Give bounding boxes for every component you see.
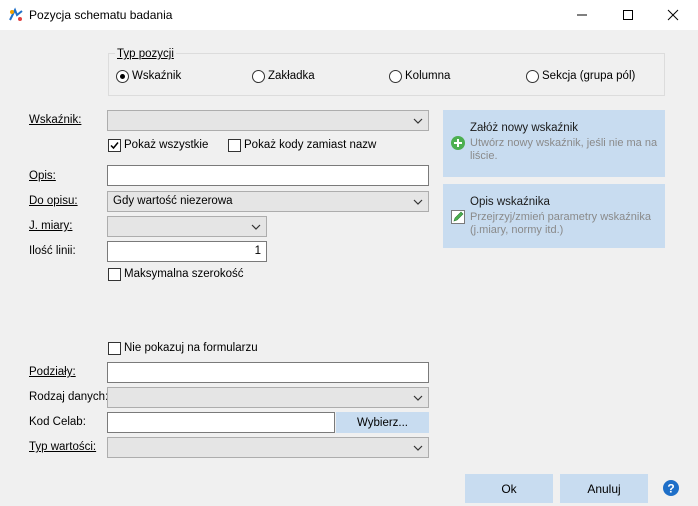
wskaznik-combo[interactable] [107, 110, 429, 131]
maximize-button[interactable] [605, 0, 651, 30]
show-all-checkbox[interactable] [108, 139, 121, 152]
show-all-label: Pokaż wszystkie [124, 139, 209, 151]
ilosc-linii-value: 1 [254, 245, 261, 257]
opis-input[interactable] [107, 165, 429, 186]
show-codes-checkbox[interactable] [228, 139, 241, 152]
max-width-checkbox[interactable] [108, 268, 121, 281]
close-button[interactable] [650, 0, 696, 30]
new-indicator-title: Załóż nowy wskaźnik [470, 122, 579, 134]
j-miary-combo[interactable] [107, 216, 267, 237]
ilosc-linii-input[interactable]: 1 [107, 241, 267, 262]
wybierz-button[interactable]: Wybierz... [336, 412, 429, 433]
wybierz-button-label: Wybierz... [356, 416, 408, 429]
chevron-down-icon [413, 118, 423, 124]
indicator-desc-panel[interactable]: Opis wskaźnika Przejrzyj/zmień parametry… [443, 184, 665, 248]
indicator-desc-description: Przejrzyj/zmień parametry wskaźnika (j.m… [470, 211, 651, 236]
rodzaj-danych-label: Rodzaj danych: [29, 391, 109, 403]
j-miary-label: J. miary: [29, 220, 73, 232]
maximize-icon [623, 10, 633, 20]
max-width-label: Maksymalna szerokość [124, 268, 244, 280]
ok-button[interactable]: Ok [465, 474, 553, 503]
ilosc-linii-label: Ilość linii: [29, 245, 76, 257]
kod-celab-input[interactable] [107, 412, 335, 433]
chevron-down-icon [251, 224, 261, 230]
kod-celab-label: Kod Celab: [29, 416, 86, 428]
close-icon [667, 9, 679, 21]
chevron-down-icon [413, 395, 423, 401]
wskaznik-label: Wskaźnik: [29, 114, 82, 126]
minimize-button[interactable] [559, 0, 605, 30]
do-opisu-label: Do opisu: [29, 195, 78, 207]
podzialy-label: Podziały: [29, 366, 76, 378]
type-group-title: Typ pozycji [115, 48, 176, 60]
checkmark-icon [110, 142, 119, 150]
radio-zakladka[interactable] [252, 70, 265, 83]
radio-sekcja-label: Sekcja (grupa pól) [542, 70, 636, 82]
chevron-down-icon [413, 199, 423, 205]
new-indicator-description: Utwórz nowy wskaźnik, jeśli nie ma na li… [470, 137, 658, 162]
typ-wartosci-combo[interactable] [107, 437, 429, 458]
new-indicator-panel[interactable]: Załóż nowy wskaźnik Utwórz nowy wskaźnik… [443, 110, 665, 177]
radio-kolumna-label: Kolumna [405, 70, 451, 82]
ok-button-label: Ok [501, 481, 517, 496]
svg-text:?: ? [667, 482, 674, 496]
chevron-down-icon [413, 445, 423, 451]
radio-wskaznik[interactable] [116, 70, 129, 83]
do-opisu-combo[interactable]: Gdy wartość niezerowa [107, 191, 429, 212]
radio-sekcja[interactable] [526, 70, 539, 83]
cancel-button-label: Anuluj [587, 481, 621, 496]
minimize-icon [577, 14, 587, 16]
do-opisu-combo-value: Gdy wartość niezerowa [113, 195, 233, 207]
cancel-button[interactable]: Anuluj [560, 474, 648, 503]
hide-on-form-label: Nie pokazuj na formularzu [124, 342, 258, 354]
app-icon [9, 7, 23, 21]
add-circle-icon [451, 136, 465, 150]
window-title: Pozycja schematu badania [29, 8, 173, 22]
radio-kolumna[interactable] [389, 70, 402, 83]
typ-wartosci-label: Typ wartości: [29, 441, 97, 453]
help-icon[interactable]: ? [663, 480, 679, 496]
rodzaj-danych-combo[interactable] [107, 387, 429, 408]
radio-zakladka-label: Zakładka [268, 70, 315, 82]
title-bar: Pozycja schematu badania [0, 0, 698, 30]
indicator-desc-title: Opis wskaźnika [470, 196, 550, 208]
podzialy-input[interactable] [107, 362, 429, 383]
radio-wskaznik-label: Wskaźnik [132, 70, 182, 82]
edit-pencil-icon [451, 210, 465, 224]
show-codes-label: Pokaż kody zamiast nazw [244, 139, 377, 151]
opis-label: Opis: [29, 170, 56, 182]
hide-on-form-checkbox[interactable] [108, 342, 121, 355]
